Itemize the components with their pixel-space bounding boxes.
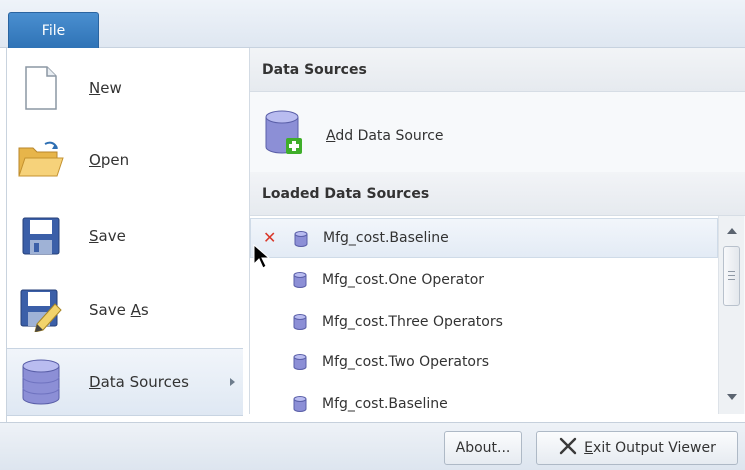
new-document-icon — [15, 62, 67, 114]
scrollbar-thumb[interactable] — [723, 246, 740, 306]
add-data-source-label: Add Data Source — [326, 128, 444, 144]
data-source-name: Mfg_cost.Three Operators — [322, 314, 503, 330]
data-source-name: Mfg_cost.Two Operators — [322, 354, 490, 370]
data-source-name: Mfg_cost.Baseline — [323, 230, 449, 246]
loaded-data-sources-list: ✕ Mfg_cost.Baseline Mfg_cost.One Operato… — [250, 216, 718, 414]
database-icon — [293, 354, 307, 374]
backstage-view: New Open Save Save As Data Sources Data … — [6, 48, 745, 422]
database-icon — [15, 356, 67, 408]
list-item[interactable]: Mfg_cost.Three Operators — [250, 302, 718, 342]
submenu-arrow-icon — [230, 378, 235, 386]
list-scrollbar[interactable] — [718, 216, 744, 414]
backstage-menu: New Open Save Save As Data Sources — [7, 48, 245, 422]
menu-open-label: Open — [89, 151, 130, 169]
data-source-name: Mfg_cost.One Operator — [322, 272, 485, 288]
ribbon: File — [0, 0, 745, 48]
add-data-source-button[interactable]: Add Data Source — [264, 104, 564, 168]
about-label: About... — [455, 440, 511, 456]
menu-item-new[interactable]: New — [7, 54, 243, 122]
data-sources-panel: Data Sources Add Data Source Loaded Data… — [249, 48, 745, 414]
database-icon — [294, 231, 308, 251]
file-tab[interactable]: File — [8, 12, 99, 48]
loaded-data-sources-header: Loaded Data Sources — [250, 172, 745, 216]
list-item[interactable]: Mfg_cost.Two Operators — [250, 342, 718, 382]
list-item[interactable]: Mfg_cost.Baseline — [250, 384, 718, 414]
data-source-name: Mfg_cost.Baseline — [322, 396, 448, 412]
menu-item-data-sources[interactable]: Data Sources — [7, 348, 243, 416]
open-folder-icon — [15, 134, 67, 186]
mouse-cursor-icon — [252, 243, 271, 274]
close-icon — [558, 436, 578, 460]
save-as-icon — [15, 284, 67, 336]
database-icon — [293, 396, 307, 414]
data-sources-header: Data Sources — [250, 48, 745, 92]
add-database-icon — [264, 110, 304, 162]
about-button[interactable]: About... — [444, 431, 522, 465]
menu-item-save-as[interactable]: Save As — [7, 276, 243, 344]
menu-save-label: Save — [89, 227, 126, 245]
menu-item-save[interactable]: Save — [7, 202, 243, 270]
list-item[interactable]: Mfg_cost.One Operator — [250, 260, 718, 300]
menu-save-as-label: Save As — [89, 301, 149, 319]
save-disk-icon — [15, 210, 67, 262]
exit-label: Exit Output Viewer — [584, 440, 716, 456]
menu-new-label: New — [89, 79, 122, 97]
database-icon — [293, 314, 307, 334]
menu-item-open[interactable]: Open — [7, 126, 243, 194]
bottom-bar: About... Exit Output Viewer — [0, 422, 745, 470]
database-icon — [293, 272, 307, 292]
scroll-down-icon[interactable] — [727, 394, 737, 400]
menu-data-sources-label: Data Sources — [89, 373, 189, 391]
list-item[interactable]: ✕ Mfg_cost.Baseline — [250, 218, 718, 258]
scroll-up-icon[interactable] — [727, 228, 737, 234]
exit-output-viewer-button[interactable]: Exit Output Viewer — [536, 431, 738, 465]
file-tab-label: File — [41, 22, 66, 39]
